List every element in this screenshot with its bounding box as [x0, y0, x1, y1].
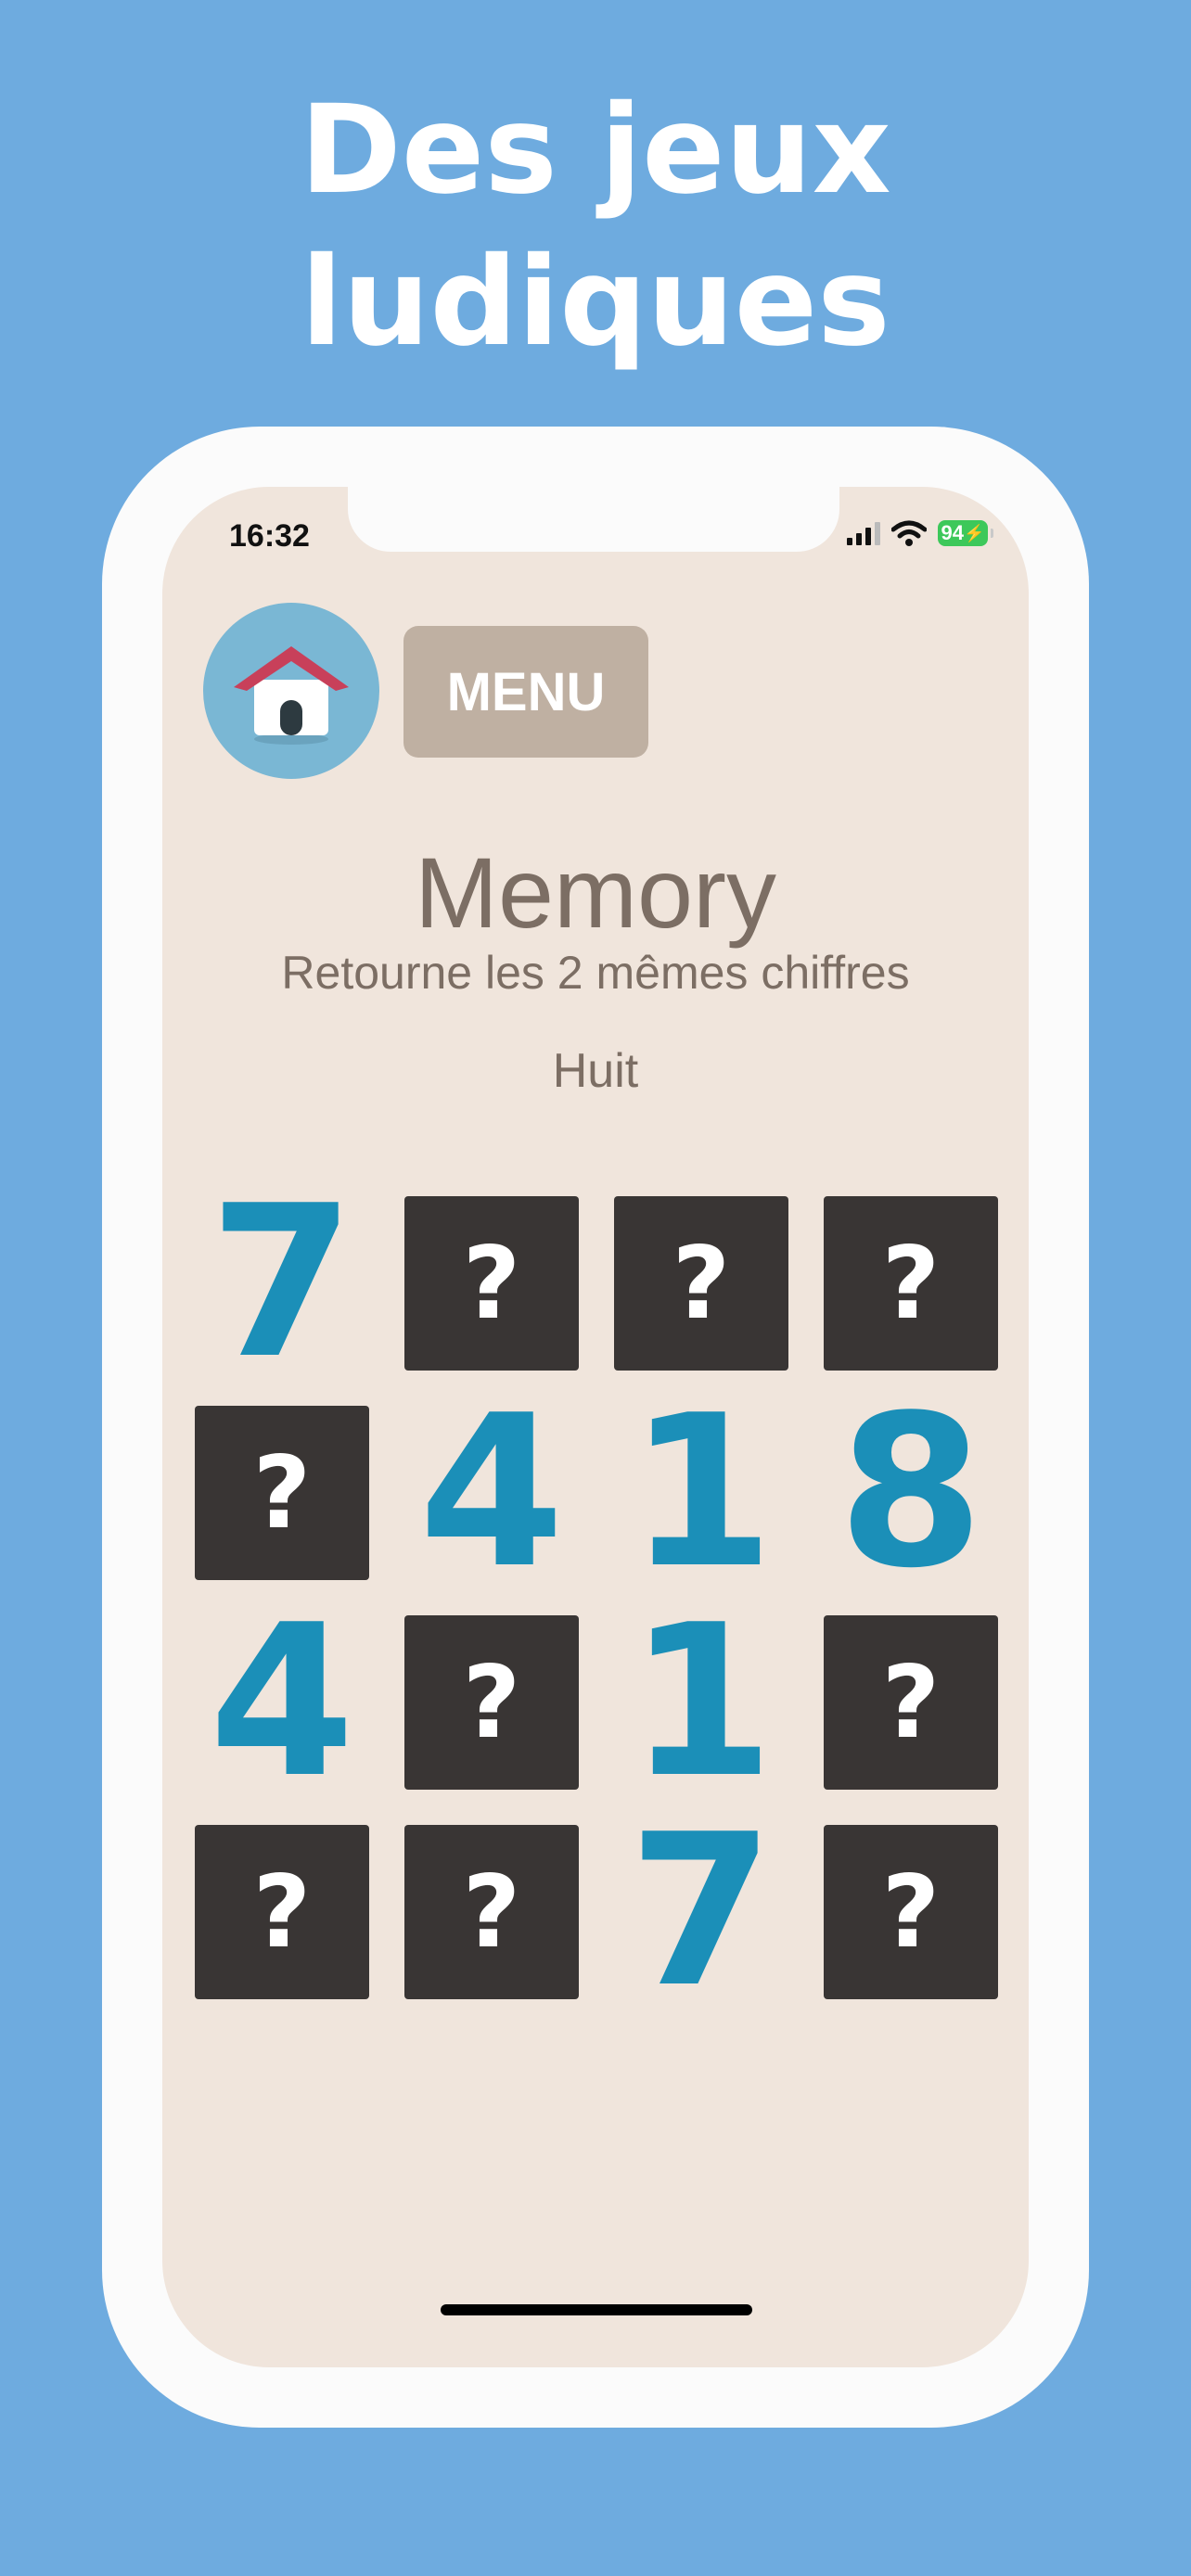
- status-time: 16:32: [229, 518, 310, 554]
- home-button[interactable]: [203, 603, 379, 779]
- home-indicator[interactable]: [441, 2304, 752, 2315]
- memory-card-revealed[interactable]: 8: [824, 1388, 998, 1598]
- game-instructions: Retourne les 2 mêmes chiffres: [281, 947, 910, 999]
- memory-card-hidden[interactable]: ?: [824, 1196, 998, 1371]
- menu-button[interactable]: MENU: [403, 626, 648, 758]
- memory-card-hidden[interactable]: ?: [195, 1825, 369, 1999]
- memory-card-hidden[interactable]: ?: [824, 1825, 998, 1999]
- memory-card-revealed[interactable]: 1: [614, 1598, 788, 1807]
- battery-icon: 94 ⚡: [938, 520, 993, 546]
- memory-card-revealed[interactable]: 4: [195, 1598, 369, 1807]
- cellular-signal-icon: [847, 521, 880, 545]
- phone-frame: 16:32 94 ⚡ MENU Memory Retourne les 2 mê…: [102, 427, 1089, 2428]
- memory-card-hidden[interactable]: ?: [404, 1196, 579, 1371]
- memory-card-hidden[interactable]: ?: [614, 1196, 788, 1371]
- notch: [348, 487, 839, 552]
- house-icon: [234, 646, 349, 745]
- memory-card-revealed[interactable]: 4: [404, 1388, 579, 1598]
- game-title: Memory: [414, 836, 777, 949]
- headline-line-2: ludiques: [301, 231, 890, 374]
- memory-card-grid: 7 ? ? ? ? 4 1 8 4 ? 1 ? ? ? 7 ?: [195, 1179, 998, 2017]
- memory-card-hidden[interactable]: ?: [824, 1615, 998, 1790]
- target-number-word: Huit: [552, 1044, 639, 1098]
- memory-card-hidden[interactable]: ?: [404, 1615, 579, 1790]
- battery-level: 94: [941, 521, 965, 544]
- wifi-icon: [891, 520, 927, 546]
- status-icons: 94 ⚡: [847, 520, 993, 546]
- memory-card-revealed[interactable]: 7: [614, 1807, 788, 2017]
- promo-headline: Des jeux ludiques: [0, 74, 1191, 378]
- memory-card-hidden[interactable]: ?: [195, 1406, 369, 1580]
- memory-card-hidden[interactable]: ?: [404, 1825, 579, 1999]
- app-screen: 16:32 94 ⚡ MENU Memory Retourne les 2 mê…: [162, 487, 1029, 2367]
- memory-card-revealed[interactable]: 1: [614, 1388, 788, 1598]
- headline-line-1: Des jeux: [300, 79, 891, 222]
- memory-card-revealed[interactable]: 7: [195, 1179, 369, 1388]
